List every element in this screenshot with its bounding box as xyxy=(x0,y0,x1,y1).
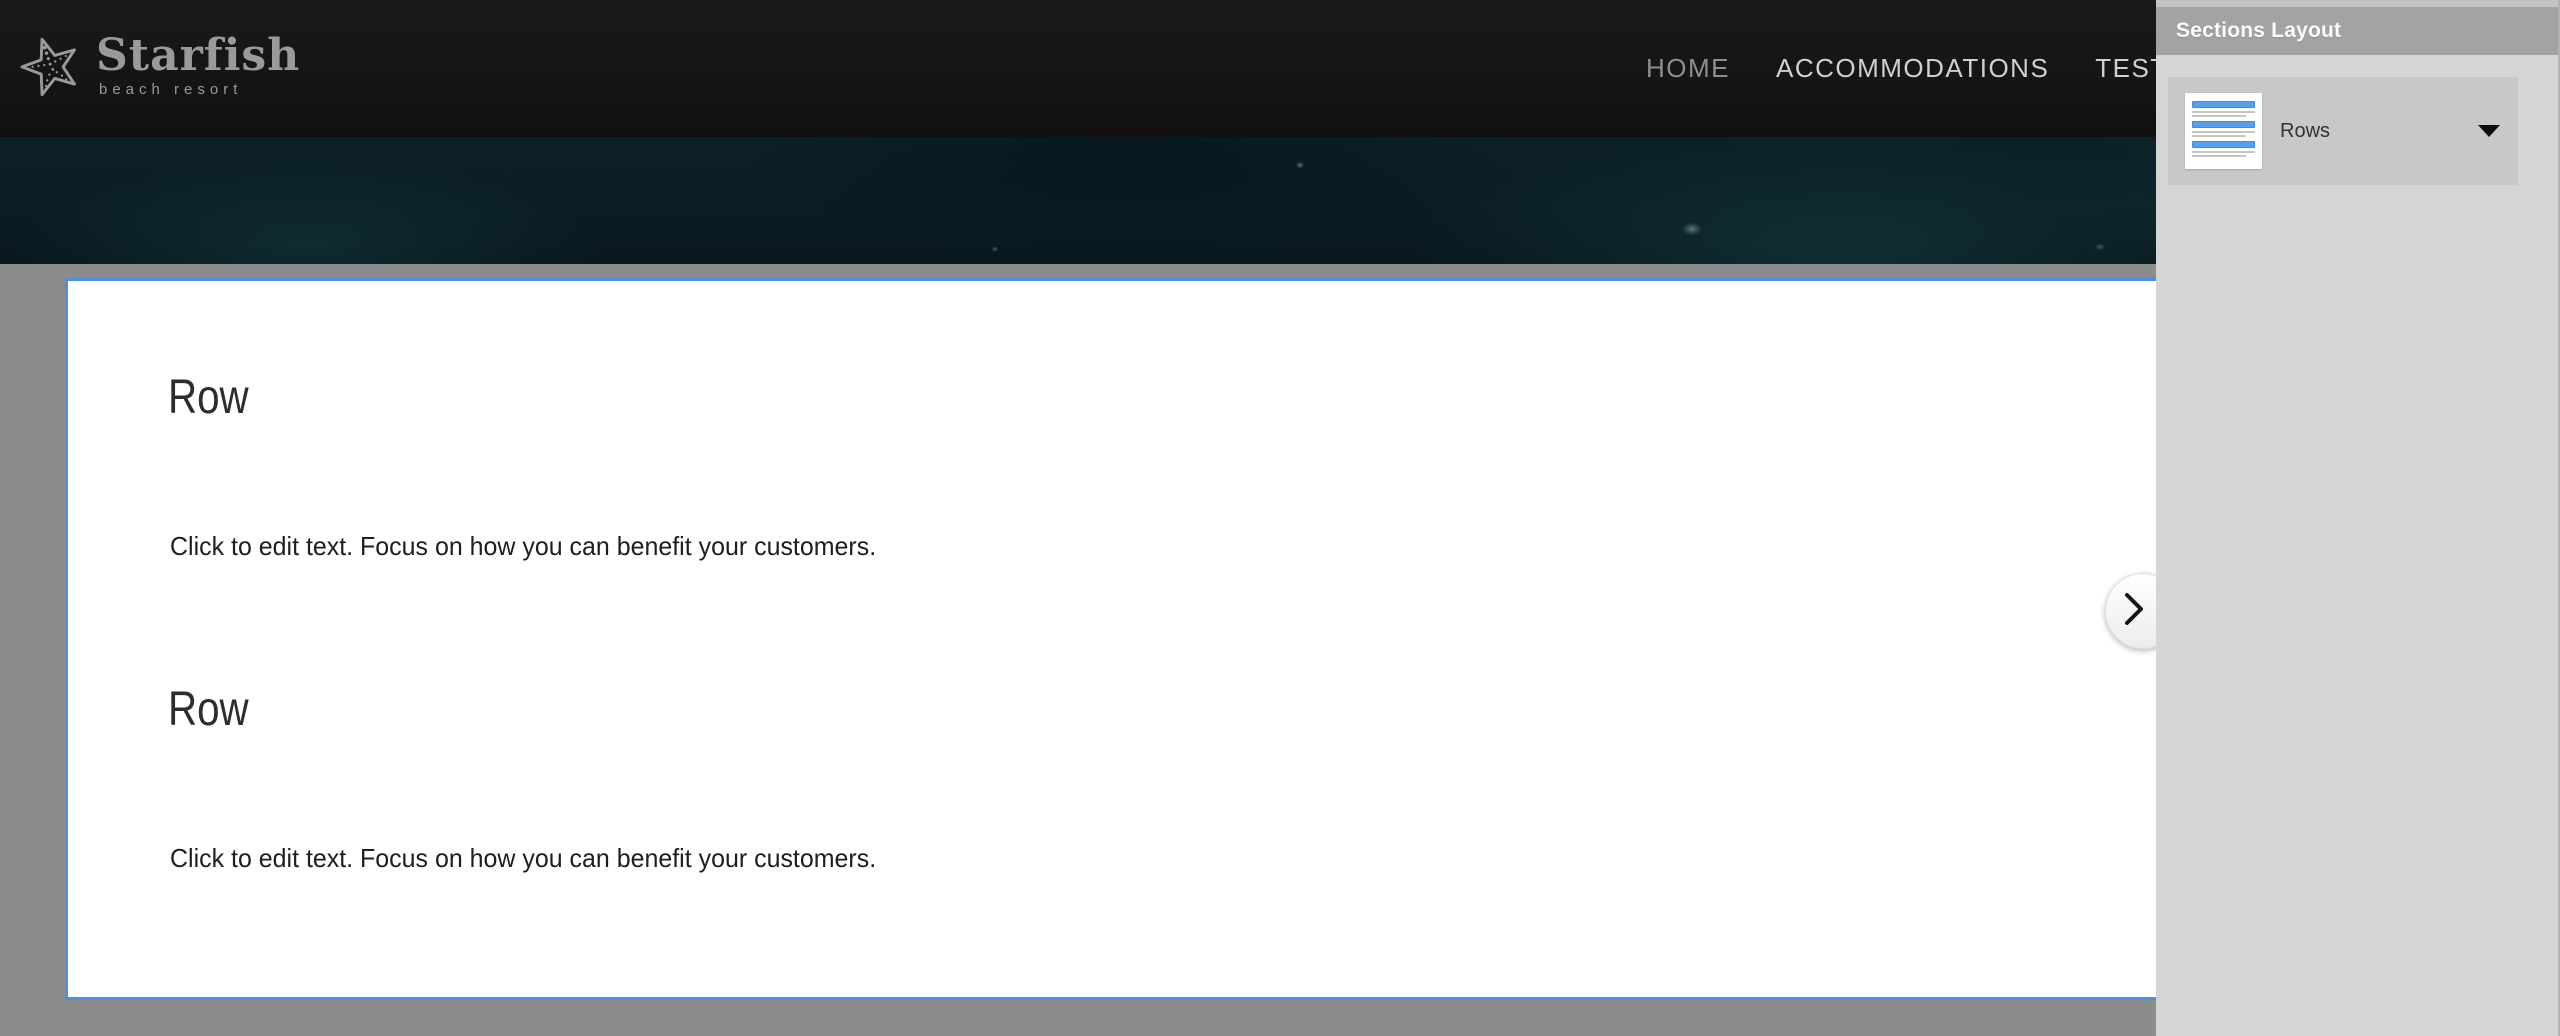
logo-title: Starfish xyxy=(96,29,301,81)
row-heading[interactable]: Row xyxy=(168,686,249,734)
editor-canvas: Starfish beach resort HOME ACCOMMODATION… xyxy=(0,0,2560,1036)
sections-layout-panel: Sections Layout Rows xyxy=(2156,0,2560,1036)
site-logo[interactable]: Starfish beach resort xyxy=(20,32,300,98)
row-body-text[interactable]: Click to edit text. Focus on how you can… xyxy=(170,843,876,874)
logo-text: Starfish beach resort xyxy=(96,29,301,98)
layout-dropdown-value: Rows xyxy=(2280,119,2331,142)
starfish-icon xyxy=(20,32,82,98)
nav-item-accommodations[interactable]: ACCOMMODATIONS xyxy=(1776,53,2049,84)
panel-title: Sections Layout xyxy=(2176,19,2342,42)
layout-dropdown[interactable]: Rows xyxy=(2168,77,2518,185)
panel-header[interactable]: Sections Layout xyxy=(2156,7,2558,55)
nav-item-home[interactable]: HOME xyxy=(1646,53,1730,84)
row-body-text[interactable]: Click to edit text. Focus on how you can… xyxy=(170,531,876,562)
row-heading[interactable]: Row xyxy=(168,374,249,422)
caret-down-icon xyxy=(2478,125,2500,137)
logo-tagline: beach resort xyxy=(99,80,243,98)
rows-layout-thumbnail-icon xyxy=(2185,93,2262,169)
panel-top-strip xyxy=(2156,0,2558,7)
